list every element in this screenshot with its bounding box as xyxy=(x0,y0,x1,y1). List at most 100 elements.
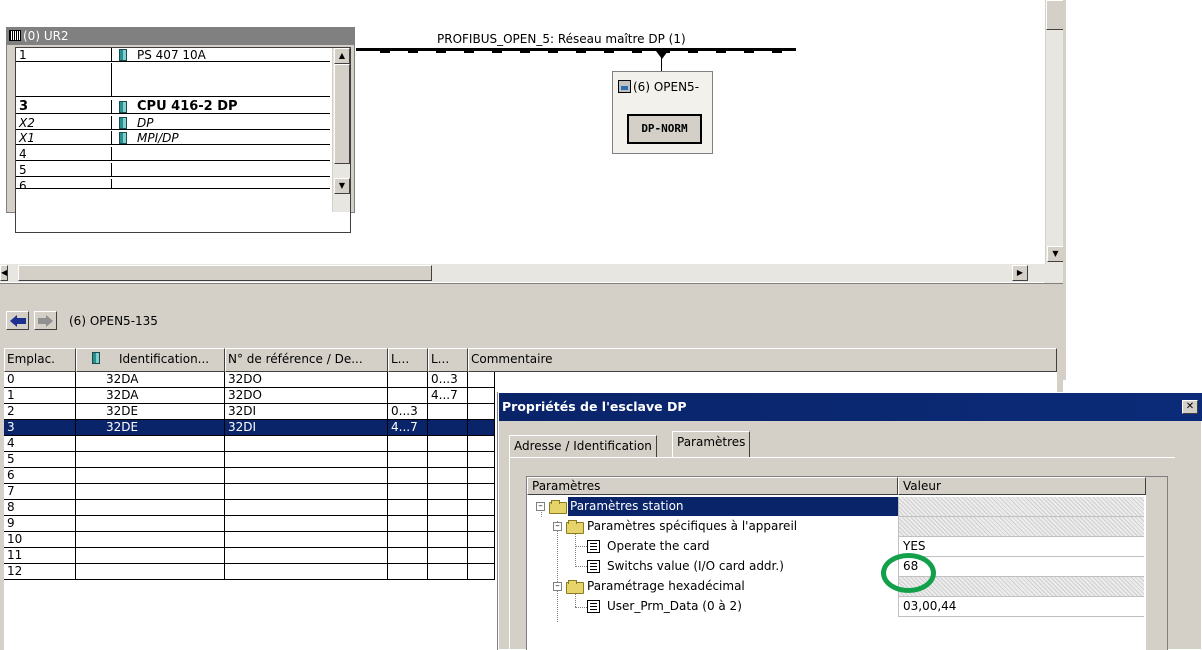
scroll-right-button[interactable]: ▶ xyxy=(1012,265,1028,281)
table-cell-id: 32DA xyxy=(76,388,225,403)
rack-row[interactable]: 1 PS 407 10A xyxy=(16,48,330,62)
rack-row[interactable]: 4 xyxy=(16,147,330,161)
tab-parameters[interactable]: Paramètres xyxy=(672,431,751,457)
table-cell-slot: 8 xyxy=(4,500,76,515)
nav-forward-button[interactable] xyxy=(34,311,57,330)
scroll-left-button[interactable]: ◀ xyxy=(0,265,8,281)
column-header-slot[interactable]: Emplac. xyxy=(4,348,76,372)
view-splitter[interactable] xyxy=(0,283,1063,291)
rack-slot-table: 1 PS 407 10A 3 CPU 416-2 DP X2 DP X1 MPI… xyxy=(15,47,351,233)
table-cell-l2 xyxy=(428,404,468,419)
tree-row-user-prm-data[interactable]: User_Prm_Data (0 à 2) 03,00,44 xyxy=(527,597,1147,617)
dp-slave-node[interactable]: (6) OPEN5- DP-NORM xyxy=(612,71,713,154)
rack-row[interactable] xyxy=(16,63,330,97)
table-cell-ref xyxy=(225,452,388,467)
table-cell-comment xyxy=(468,420,495,435)
table-cell-slot: 10 xyxy=(4,532,76,547)
table-cell-id xyxy=(76,468,225,483)
table-cell-ref xyxy=(225,548,388,563)
scroll-down-button[interactable]: ▼ xyxy=(334,178,350,194)
table-cell-l1 xyxy=(388,500,428,515)
scroll-thumb[interactable] xyxy=(18,265,432,281)
nav-back-button[interactable] xyxy=(6,311,29,330)
table-row[interactable]: 2 32DE 32DI 0...3 xyxy=(4,404,495,420)
tree-row-station-params[interactable]: – Paramètres station xyxy=(527,497,1147,517)
rack-row[interactable]: X2 DP xyxy=(16,116,330,130)
tree-header-parameters[interactable]: Paramètres xyxy=(527,477,898,495)
collapse-icon[interactable]: – xyxy=(553,522,562,531)
rack-module: PS 407 10A xyxy=(137,48,206,62)
table-cell-comment xyxy=(468,436,495,451)
table-cell-comment xyxy=(468,484,495,499)
rack-module: MPI/DP xyxy=(137,131,179,145)
scroll-thumb[interactable] xyxy=(334,64,350,164)
table-cell-id: 32DE xyxy=(76,420,225,435)
tree-row-operate-card[interactable]: Operate the card YES xyxy=(527,537,1147,557)
tab-address-identification[interactable]: Adresse / Identification xyxy=(509,435,657,457)
network-vertical-scrollbar[interactable]: ▼ xyxy=(1045,0,1064,283)
table-cell-l1: 0...3 xyxy=(388,404,428,419)
tree-row-device-params[interactable]: – Paramètres spécifiques à l'appareil xyxy=(527,517,1147,537)
rack-scrollbar[interactable]: ▲ ▼ xyxy=(332,48,350,212)
dialog-title-bar[interactable]: Propriétés de l'esclave DP ✕ xyxy=(499,393,1202,421)
rack-title-bar[interactable]: (0) UR2 xyxy=(7,28,354,45)
table-row[interactable]: 5 xyxy=(4,452,495,468)
table-cell-comment xyxy=(468,468,495,483)
tree-header-value[interactable]: Valeur xyxy=(898,477,1146,495)
table-cell-comment xyxy=(468,388,495,403)
collapse-icon[interactable]: – xyxy=(536,502,545,511)
table-row[interactable]: 3 32DE 32DI 4...7 xyxy=(4,420,495,436)
table-cell-slot: 5 xyxy=(4,452,76,467)
rack-row[interactable]: X1 MPI/DP xyxy=(16,131,330,145)
table-row[interactable]: 12 xyxy=(4,564,495,580)
table-row[interactable]: 4 xyxy=(4,436,495,452)
scroll-down-button[interactable]: ▼ xyxy=(1047,246,1064,262)
table-row[interactable]: 9 xyxy=(4,516,495,532)
tree-row-hex-params[interactable]: – Paramétrage hexadécimal xyxy=(527,577,1147,597)
network-horizontal-scrollbar[interactable]: ◀ ▶ xyxy=(0,264,1046,282)
table-cell-l2 xyxy=(428,564,468,579)
column-header-comment[interactable]: Commentaire xyxy=(468,348,1057,372)
tree-scrollbar[interactable] xyxy=(1146,477,1167,650)
tree-label: User_Prm_Data (0 à 2) xyxy=(607,599,742,613)
rack-row[interactable]: 6 xyxy=(16,179,330,189)
collapse-icon[interactable]: – xyxy=(553,582,562,591)
close-icon[interactable]: ✕ xyxy=(1182,400,1198,414)
table-cell-l2 xyxy=(428,516,468,531)
column-header-input-addr[interactable]: L... xyxy=(388,348,428,372)
slave-label: (6) OPEN5- xyxy=(633,80,700,94)
column-header-identification[interactable]: Identification... xyxy=(76,348,225,372)
column-header-reference[interactable]: N° de référence / De... xyxy=(225,348,388,372)
table-cell-l1 xyxy=(388,452,428,467)
table-cell-l1 xyxy=(388,484,428,499)
rack-window[interactable]: (0) UR2 1 PS 407 10A 3 CPU 416-2 DP X2 D… xyxy=(6,27,355,233)
tree-value[interactable]: 03,00,44 xyxy=(898,597,1144,617)
folder-open-icon xyxy=(549,500,567,514)
scroll-thumb[interactable] xyxy=(1046,0,1064,30)
rack-row[interactable]: 3 CPU 416-2 DP xyxy=(16,100,330,114)
table-row[interactable]: 0 32DA 32DO 0...3 xyxy=(4,372,495,388)
table-row[interactable]: 6 xyxy=(4,468,495,484)
dp-slave-properties-dialog[interactable]: Propriétés de l'esclave DP ✕ Adresse / I… xyxy=(498,392,1202,650)
table-cell-l2 xyxy=(428,532,468,547)
dp-norm-button[interactable]: DP-NORM xyxy=(627,114,702,144)
rack-row[interactable]: 5 xyxy=(16,163,330,177)
tree-row-switch-value[interactable]: Switchs value (I/O card addr.) 68 xyxy=(527,557,1147,577)
parameter-icon xyxy=(587,540,600,553)
column-header-output-addr[interactable]: L... xyxy=(428,348,468,372)
table-cell-slot: 4 xyxy=(4,436,76,451)
scroll-up-button[interactable]: ▲ xyxy=(334,48,350,64)
table-cell-comment xyxy=(468,532,495,547)
table-cell-l1: 4...7 xyxy=(388,420,428,435)
table-cell-l2 xyxy=(428,500,468,515)
tree-value[interactable]: YES xyxy=(898,537,1144,557)
table-row[interactable]: 7 xyxy=(4,484,495,500)
table-cell-ref xyxy=(225,516,388,531)
station-label: (6) OPEN5-135 xyxy=(69,314,158,328)
column-divider xyxy=(111,100,112,113)
table-row[interactable]: 10 xyxy=(4,532,495,548)
table-row[interactable]: 1 32DA 32DO 4...7 xyxy=(4,388,495,404)
table-row[interactable]: 8 xyxy=(4,500,495,516)
profibus-line-dashes xyxy=(380,51,790,53)
table-row[interactable]: 11 xyxy=(4,548,495,564)
